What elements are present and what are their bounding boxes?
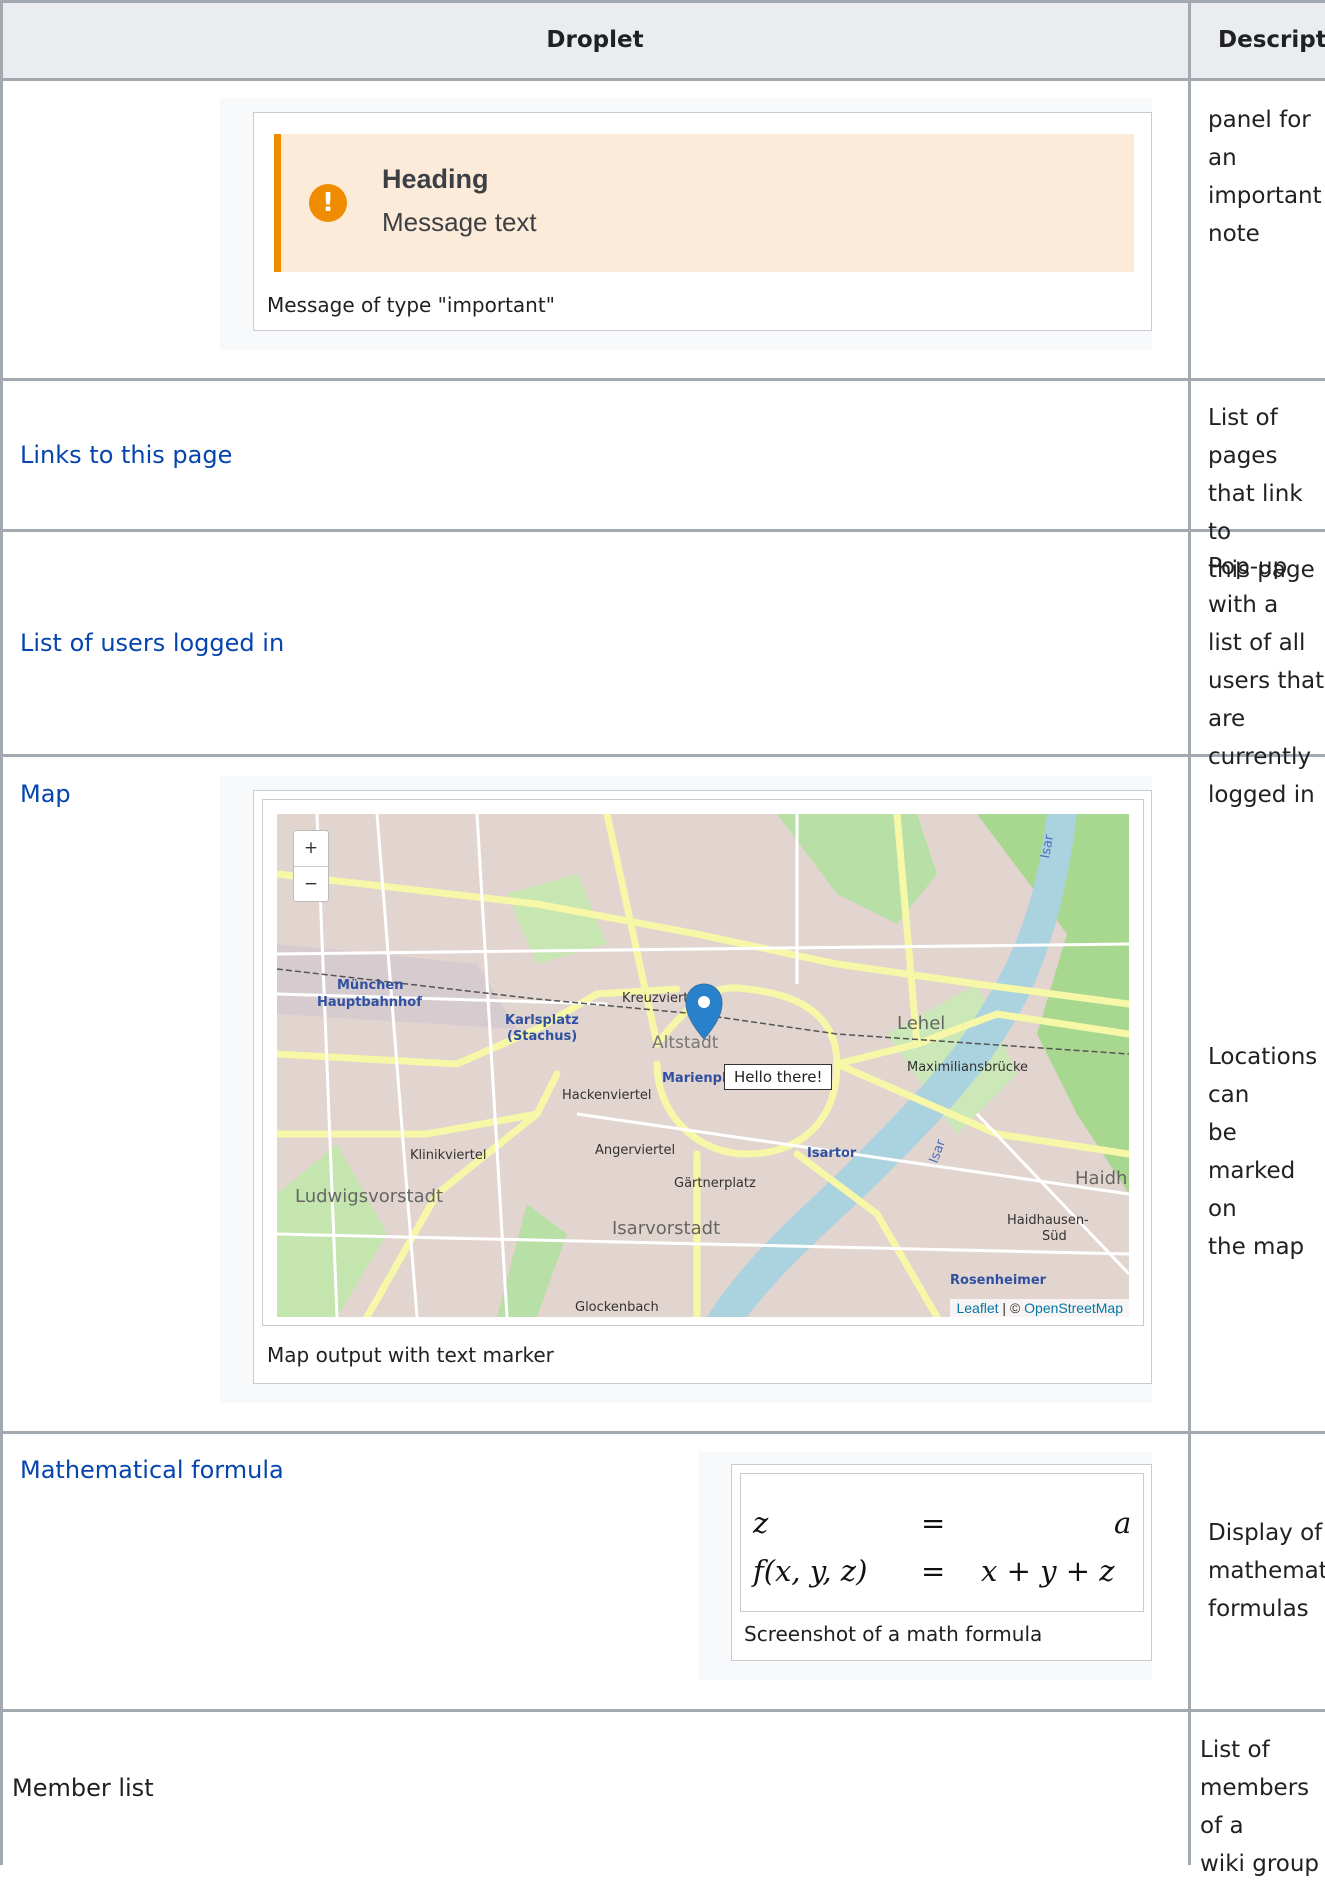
message-heading: Heading [382,164,489,194]
grid-line [0,378,1325,381]
droplet-member-list: Member list [12,1774,154,1802]
svg-text:Karlsplatz: Karlsplatz [505,1013,579,1028]
grid-line [0,1709,1325,1712]
droplet-link-links-to-this-page[interactable]: Links to this page [20,441,232,469]
droplet-link-math-formula[interactable]: Mathematical formula [20,1456,284,1484]
leaflet-link[interactable]: Leaflet [956,1300,998,1316]
attribution-separator: | © [998,1300,1025,1316]
zoom-out-button[interactable]: − [294,867,328,902]
header-label-description: Description [1218,27,1325,53]
svg-text:Haidhausen-: Haidhausen- [1007,1213,1089,1228]
grid-line [0,754,1325,757]
svg-text:Lehel: Lehel [897,1013,945,1034]
formula-line1-lhs: z [753,1506,769,1540]
header-label-droplet: Droplet [546,27,644,53]
grid-line [1188,0,1191,1865]
grid-line [0,0,1325,3]
svg-text:Isartor: Isartor [807,1146,857,1161]
formula-line1-rhs: a [1114,1506,1132,1540]
grid-line [0,1431,1325,1434]
map-popup: Hello there! [724,1064,833,1090]
formula-image: z = a f(x, y, z) = x + y + z [740,1473,1144,1612]
message-thumbnail[interactable]: ! Heading Message text Message of type "… [253,112,1152,331]
map-image: München Hauptbahnhof Karlsplatz (Stachus… [262,799,1144,1326]
svg-text:Angerviertel: Angerviertel [595,1143,675,1158]
thumbnail-caption: Map output with text marker [267,1343,554,1367]
svg-text:Haidh: Haidh [1075,1168,1127,1189]
table-header-description: Description [1190,0,1325,80]
droplet-link-map[interactable]: Map [20,780,71,808]
map-attribution: Leaflet | © OpenStreetMap [950,1299,1129,1317]
zoom-in-button[interactable]: + [294,831,328,867]
row-description: Locations can be marked on the map [1208,1044,1318,1260]
svg-text:(Stachus): (Stachus) [507,1029,577,1044]
row-description: Pop-up with a list of all users that are… [1208,554,1325,808]
droplet-link-users-logged-in[interactable]: List of users logged in [20,629,284,657]
svg-text:Glockenbach: Glockenbach [575,1300,659,1315]
grid-line [0,78,1325,81]
svg-text:Hauptbahnhof: Hauptbahnhof [317,995,422,1010]
message-panel-important: ! Heading Message text [274,134,1134,272]
grid-line [0,529,1325,532]
message-image: ! Heading Message text [254,113,1151,283]
exclamation-icon: ! [309,184,347,222]
grid-line [0,0,3,1865]
formula-line2-lhs: f(x, y, z) [753,1554,868,1588]
svg-text:Maximiliansbrücke: Maximiliansbrücke [907,1060,1028,1075]
formula-line2-eq: = [921,1554,946,1588]
svg-text:Hackenviertel: Hackenviertel [562,1088,652,1103]
svg-text:Ludwigsvorstadt: Ludwigsvorstadt [295,1186,443,1207]
table-header-droplet: Droplet [0,0,1190,80]
message-accent-bar [274,134,281,272]
svg-text:Isarvorstadt: Isarvorstadt [612,1218,720,1239]
formula-line2-rhs: x + y + z [981,1554,1115,1588]
svg-text:Süd: Süd [1042,1229,1067,1244]
thumbnail-caption: Screenshot of a math formula [744,1622,1043,1646]
thumbnail-caption: Message of type "important" [267,293,555,317]
droplets-table: Droplet Description ! Heading Message te… [0,0,1325,1877]
row-description: List of members of a wiki group [1200,1737,1320,1877]
message-text: Message text [382,207,537,237]
svg-text:München: München [337,978,403,993]
svg-text:Altstadt: Altstadt [652,1033,719,1053]
formula-line1-eq: = [921,1506,946,1540]
row-description: panel for an important note [1208,107,1322,247]
map-zoom-control: + − [293,830,329,902]
map-thumbnail[interactable]: München Hauptbahnhof Karlsplatz (Stachus… [253,790,1152,1384]
street-map: München Hauptbahnhof Karlsplatz (Stachus… [277,814,1129,1317]
svg-text:Rosenheimer: Rosenheimer [950,1273,1047,1288]
svg-text:Klinikviertel: Klinikviertel [410,1148,486,1163]
formula-thumbnail[interactable]: z = a f(x, y, z) = x + y + z Screenshot … [731,1464,1152,1661]
map-canvas[interactable]: München Hauptbahnhof Karlsplatz (Stachus… [277,814,1129,1317]
openstreetmap-link[interactable]: OpenStreetMap [1024,1300,1123,1316]
svg-text:Gärtnerplatz: Gärtnerplatz [674,1176,756,1191]
row-description: Display of mathematical formulas [1208,1520,1325,1622]
